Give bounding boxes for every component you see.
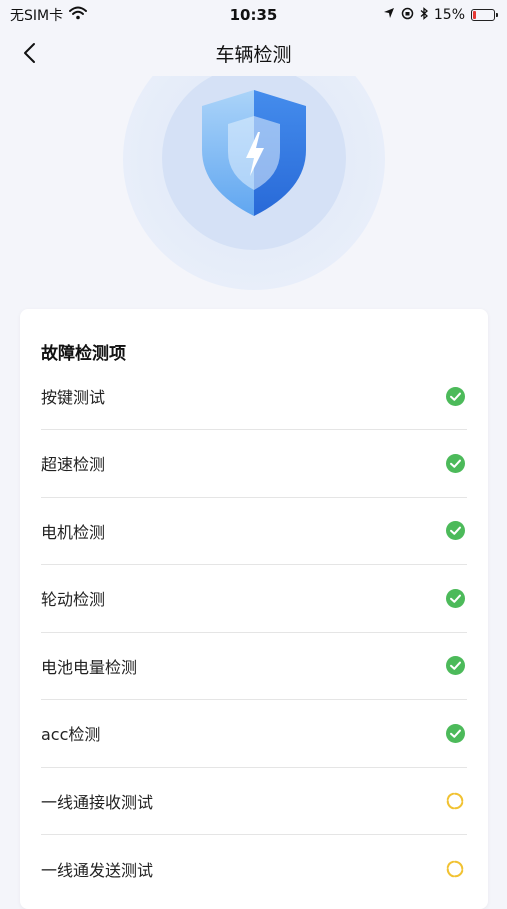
battery-percent: 15% (433, 7, 465, 23)
check-circle-icon (445, 656, 465, 676)
list-item[interactable]: 电池电量检测 (41, 633, 467, 700)
list-item-label: 一线通发送测试 (41, 860, 154, 880)
back-button[interactable] (14, 38, 44, 68)
check-circle-icon (445, 386, 465, 406)
location-arrow-icon (383, 7, 395, 23)
page-title: 车辆检测 (215, 43, 292, 66)
list-item[interactable]: 电机检测 (41, 498, 467, 565)
list-item[interactable]: 轮动检测 (41, 565, 467, 633)
check-circle-icon (445, 521, 465, 541)
bluetooth-icon (420, 6, 428, 24)
list-item-label: acc检测 (41, 725, 101, 745)
list-item-label: 一线通接收测试 (41, 792, 154, 812)
check-circle-icon (445, 723, 465, 743)
list-item-label: 电机检测 (41, 522, 106, 542)
status-bar: 无SIM卡 10:35 15% (0, 0, 507, 30)
chevron-left-icon (24, 43, 35, 63)
list-item[interactable]: 一线通接收测试 (41, 768, 467, 835)
shield-icon (202, 90, 306, 216)
fault-check-card: 故障检测项 按键测试 超速检测 电机检测 轮动检测 电池电量检测 acc检测 一… (20, 309, 488, 909)
check-circle-icon (445, 453, 465, 473)
nav-bar: 车辆检测 (0, 30, 507, 76)
carrier-label: 无SIM卡 (10, 8, 64, 24)
list-item-label: 超速检测 (41, 455, 106, 475)
wifi-icon (69, 6, 88, 24)
list-item-label: 按键测试 (41, 388, 106, 407)
orientation-lock-icon (401, 7, 414, 24)
check-list: 按键测试 超速检测 电机检测 轮动检测 电池电量检测 acc检测 一线通接收测试 (41, 363, 467, 903)
list-item[interactable]: 一线通发送测试 (41, 835, 467, 903)
list-item-label: 轮动检测 (41, 590, 106, 610)
list-item[interactable]: 按键测试 (41, 363, 467, 430)
loading-icon (445, 791, 465, 811)
battery-icon (471, 9, 498, 21)
list-item[interactable]: acc检测 (41, 700, 467, 768)
card-title: 故障检测项 (41, 344, 126, 364)
loading-icon (445, 859, 465, 879)
hero-illustration (0, 76, 507, 308)
check-circle-icon (445, 588, 465, 608)
list-item-label: 电池电量检测 (41, 657, 138, 677)
list-item[interactable]: 超速检测 (41, 430, 467, 498)
